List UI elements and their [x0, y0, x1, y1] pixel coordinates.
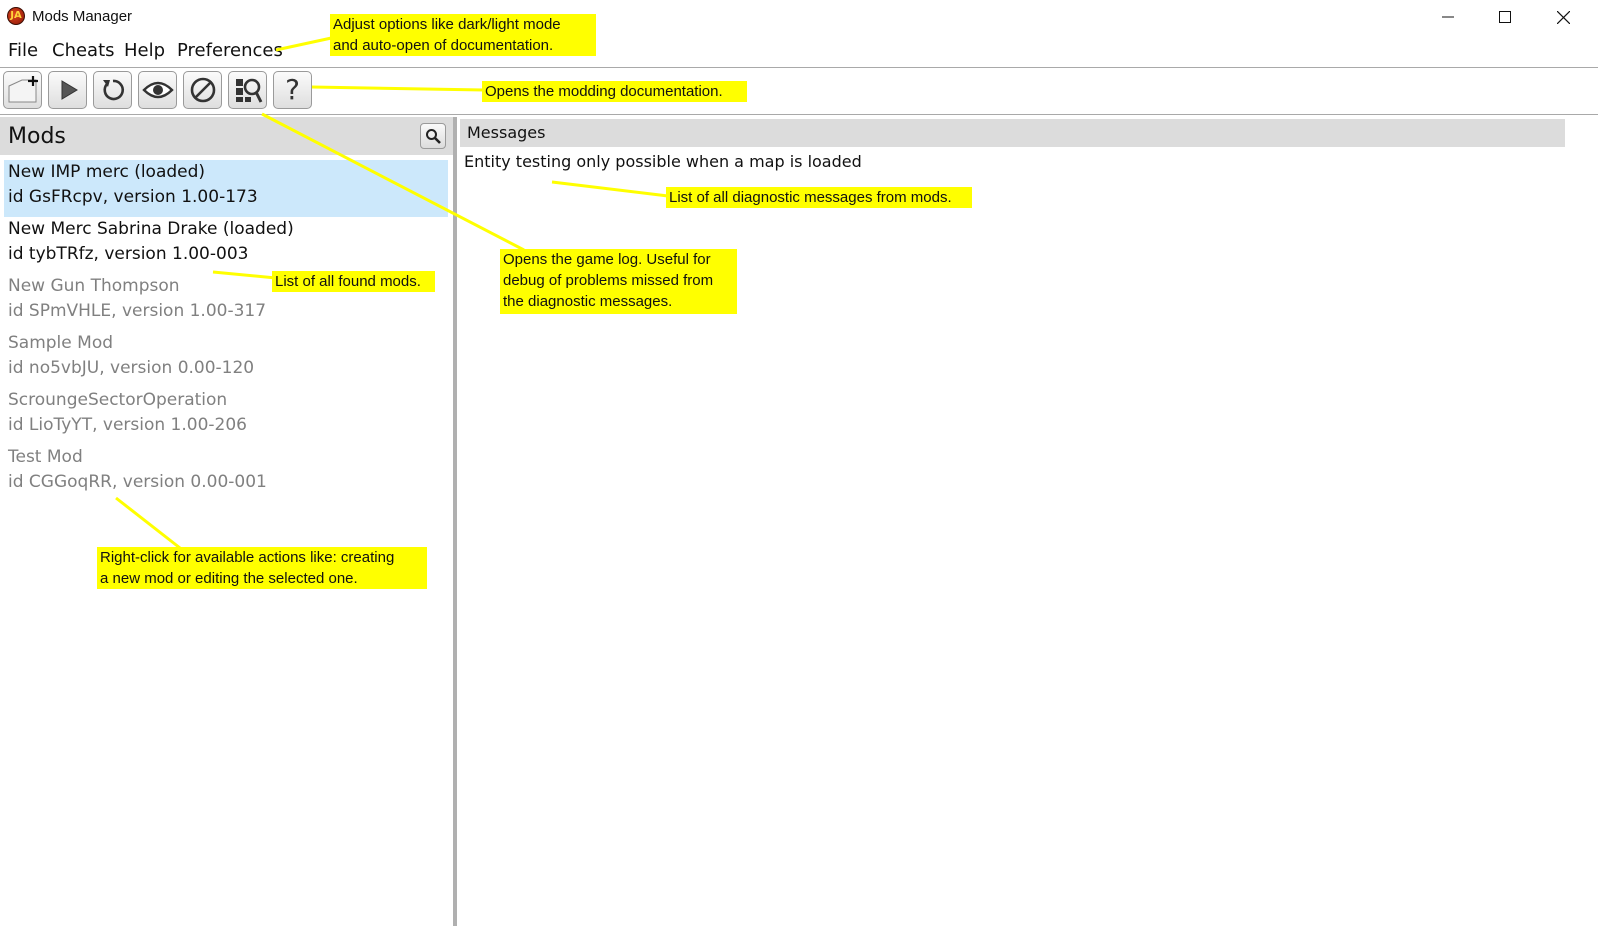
play-icon — [61, 80, 78, 100]
mods-panel: Mods New IMP merc (loaded) id GsFRcpv, v… — [0, 117, 453, 926]
messages-panel-header: Messages — [460, 119, 1565, 147]
annotation-line-docs — [311, 85, 485, 92]
new-mod-icon — [8, 76, 38, 103]
mod-list-item[interactable]: ScroungeSectorOperation id LioTyYT, vers… — [4, 388, 448, 445]
mods-panel-title: Mods — [8, 124, 66, 149]
maximize-icon — [1499, 11, 1511, 23]
annotation-text: a new mod or editing the selected one. — [100, 570, 358, 587]
search-button[interactable] — [420, 123, 446, 149]
annotation-preferences: Adjust options like dark/light mode and … — [330, 14, 596, 56]
mod-list-item[interactable]: New IMP merc (loaded) id GsFRcpv, versio… — [4, 160, 448, 217]
minimize-icon — [1442, 16, 1454, 18]
help-button[interactable]: ? — [273, 71, 312, 109]
eye-icon — [141, 81, 174, 99]
maximize-button[interactable] — [1477, 0, 1533, 34]
disable-icon — [190, 77, 215, 103]
annotation-found-mods: List of all found mods. — [272, 271, 435, 292]
mod-name: New IMP merc (loaded) — [8, 162, 206, 182]
messages-panel-title: Messages — [467, 123, 546, 142]
close-icon — [1556, 10, 1570, 24]
mod-name: New Merc Sabrina Drake (loaded) — [8, 219, 294, 239]
mod-id-version: id tybTRfz, version 1.00-003 — [8, 244, 249, 264]
close-button[interactable] — [1535, 0, 1591, 34]
minimize-button[interactable] — [1420, 0, 1476, 34]
mods-panel-header: Mods — [0, 117, 453, 155]
reload-icon — [102, 79, 124, 101]
annotation-docs: Opens the modding documentation. — [482, 81, 747, 102]
annotation-text: Opens the game log. Useful for — [503, 251, 711, 268]
annotation-right-click: Right-click for available actions like: … — [97, 547, 427, 589]
annotation-game-log: Opens the game log. Useful for debug of … — [500, 249, 737, 314]
mod-id-version: id GsFRcpv, version 1.00-173 — [8, 187, 258, 207]
menu-help[interactable]: Help — [124, 40, 165, 61]
annotation-diagnostics: List of all diagnostic messages from mod… — [666, 187, 972, 208]
annotation-text: List of all found mods. — [275, 273, 421, 290]
help-icon: ? — [285, 73, 300, 106]
mod-id-version: id CGGoqRR, version 0.00-001 — [8, 472, 267, 492]
search-icon — [426, 129, 441, 144]
annotation-text: the diagnostic messages. — [503, 293, 673, 310]
annotation-text: List of all diagnostic messages from mod… — [669, 189, 952, 206]
toolbar-top-divider — [0, 67, 1598, 68]
mod-name: Sample Mod — [8, 333, 114, 353]
annotation-text: and auto-open of documentation. — [333, 37, 554, 54]
window-title: Mods Manager — [32, 8, 133, 25]
mod-list-item[interactable]: Test Mod id CGGoqRR, version 0.00-001 — [4, 445, 448, 502]
game-log-button[interactable] — [228, 71, 267, 109]
annotation-line-diagnostics — [551, 180, 669, 198]
title-bar: JA Mods Manager — [0, 0, 1598, 34]
annotation-text: Right-click for available actions like: … — [100, 549, 395, 566]
mod-name: Test Mod — [8, 447, 83, 467]
reload-button[interactable] — [93, 71, 132, 109]
annotation-text: debug of problems missed from — [503, 272, 714, 289]
annotation-text: Opens the modding documentation. — [485, 83, 723, 100]
mod-id-version: id no5vbJU, version 0.00-120 — [8, 358, 255, 378]
mod-list-item[interactable]: Sample Mod id no5vbJU, version 0.00-120 — [4, 331, 448, 388]
menu-file[interactable]: File — [8, 40, 38, 61]
mod-name: ScroungeSectorOperation — [8, 390, 228, 410]
mod-id-version: id SPmVHLE, version 1.00-317 — [8, 301, 267, 321]
message-line: Entity testing only possible when a map … — [464, 152, 862, 171]
new-mod-button[interactable] — [3, 71, 42, 109]
menu-bar: File Cheats Help Preferences — [0, 36, 1598, 66]
pane-splitter[interactable] — [453, 117, 457, 926]
mod-id-version: id LioTyYT, version 1.00-206 — [8, 415, 247, 435]
view-button[interactable] — [138, 71, 177, 109]
mod-list-item[interactable]: New Merc Sabrina Drake (loaded) id tybTR… — [4, 217, 448, 274]
app-logo-icon: JA — [7, 7, 25, 25]
game-log-icon — [235, 78, 262, 103]
annotation-text: Adjust options like dark/light mode — [333, 16, 561, 33]
play-button[interactable] — [48, 71, 87, 109]
disable-button[interactable] — [183, 71, 222, 109]
toolbar-bottom-divider — [0, 114, 1598, 115]
menu-cheats[interactable]: Cheats — [52, 40, 115, 61]
menu-preferences[interactable]: Preferences — [177, 40, 283, 61]
